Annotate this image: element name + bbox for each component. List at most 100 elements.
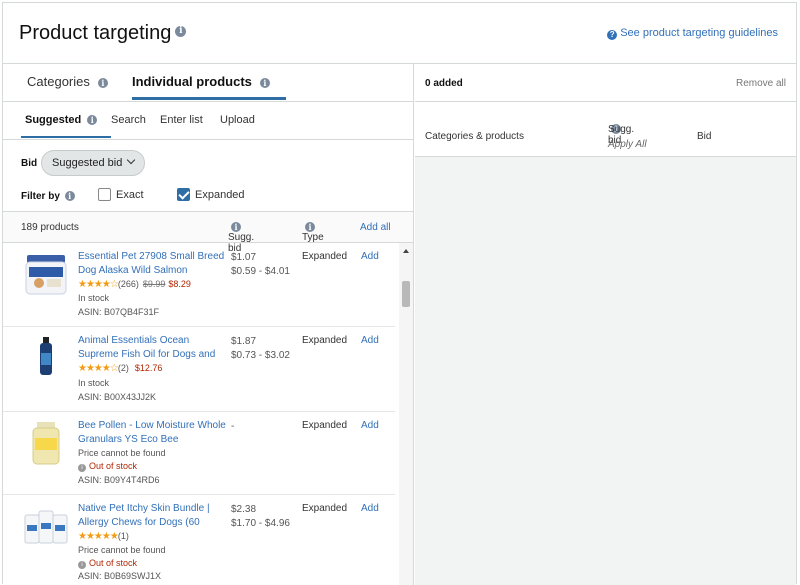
product-image (40, 337, 52, 375)
product-row: Native Pet Itchy Skin Bundle | Allergy C… (3, 495, 395, 585)
tab-search[interactable]: Search (111, 114, 146, 126)
product-image (32, 422, 60, 465)
add-button[interactable]: Add (361, 251, 379, 262)
rating-price: ★★★★☆(2) $12.76 (78, 363, 162, 374)
info-icon[interactable]: i (97, 77, 108, 88)
tab-suggested-label[interactable]: Suggested (25, 114, 81, 126)
sale-price: $12.76 (134, 363, 163, 373)
bid-dropdown-value[interactable]: Suggested bid (52, 157, 122, 169)
product-name-link[interactable]: Animal Essentials Ocean Supreme Fish Oil… (78, 334, 226, 362)
add-button[interactable]: Add (361, 503, 379, 514)
match-type: Expanded (302, 251, 348, 262)
suggested-bid: $2.38 $1.70 - $4.96 (231, 503, 290, 531)
add-button[interactable]: Add (361, 420, 379, 431)
star-rating: ★★★★★ (78, 531, 119, 542)
product-image (24, 510, 68, 544)
scroll-up-arrow-icon[interactable] (403, 249, 409, 253)
page-title: Product targeting i (19, 22, 187, 45)
exact-checkbox[interactable] (98, 188, 111, 201)
type-header: Type i (302, 222, 324, 243)
star-rating: ★★★★☆ (78, 279, 119, 290)
product-targeting-panel: Product targeting i ? See product targetin… (2, 2, 797, 585)
info-icon: i (78, 464, 86, 472)
stock-status-text: Out of stock (89, 558, 138, 568)
type-header-text: Type (302, 232, 324, 243)
match-type: Expanded (302, 335, 348, 346)
product-source-tabs: Suggested i Search Enter list Upload (3, 102, 413, 140)
tab-upload[interactable]: Upload (220, 114, 255, 126)
bid-row: Bid Suggested bid (3, 140, 413, 180)
added-columns-header: Categories & products Sugg. bid i Apply A… (415, 102, 796, 157)
stock-status-text: Out of stock (89, 461, 138, 471)
right-pane: 0 added Remove all Categories & products… (415, 64, 796, 585)
col-categories-products: Categories & products (425, 131, 524, 142)
product-image (25, 255, 67, 295)
list-price: $9.99 (142, 279, 166, 289)
info-icon[interactable]: i (87, 115, 98, 126)
suggested-bid: $1.07 $0.59 - $4.01 (231, 251, 290, 279)
tab-categories-label[interactable]: Categories (27, 74, 90, 89)
tab-categories[interactable]: Categories i (27, 74, 108, 89)
info-icon[interactable]: i (231, 222, 241, 233)
guidelines-link-text[interactable]: See product targeting guidelines (620, 27, 778, 39)
tab-enter-list-label[interactable]: Enter list (160, 114, 203, 126)
sugg-bid-header: Sugg. bid i (228, 222, 254, 254)
targeting-tabs: Categories i Individual products i (3, 64, 413, 102)
bid-value: $2.38 (231, 504, 257, 515)
asin: ASIN: B00X43JJ2K (78, 392, 157, 402)
info-icon[interactable]: i (175, 26, 187, 38)
chevron-down-icon (127, 155, 136, 165)
stock-status: i Out of stock (78, 558, 137, 569)
product-name-link[interactable]: Native Pet Itchy Skin Bundle | Allergy C… (78, 502, 226, 530)
price-note: Price cannot be found (78, 545, 166, 555)
bid-value: $1.07 (231, 252, 257, 263)
info-icon[interactable]: i (259, 77, 270, 88)
info-icon[interactable]: i (305, 222, 315, 233)
add-button[interactable]: Add (361, 335, 379, 346)
asin: ASIN: B0B69SWJ1X (78, 571, 162, 581)
info-icon[interactable]: i (64, 191, 75, 202)
page-title-text: Product targeting (19, 22, 172, 44)
bid-dropdown[interactable]: Suggested bid (41, 150, 146, 176)
product-row: Animal Essentials Ocean Supreme Fish Oil… (3, 327, 395, 412)
product-name-link[interactable]: Essential Pet 27908 Small Breed Dog Alas… (78, 250, 226, 278)
scrollbar[interactable] (399, 243, 413, 585)
col-sugg-bid: Sugg. bid i (608, 124, 634, 146)
product-count: 189 products (21, 222, 79, 233)
filter-label: Filter by i (21, 191, 75, 202)
product-row: Essential Pet 27908 Small Breed Dog Alas… (3, 243, 395, 327)
rating-price: ★★★★☆(266) $9.99 $8.29 (78, 279, 191, 290)
product-name-link[interactable]: Bee Pollen - Low Moisture Whole Granular… (78, 419, 226, 447)
exact-label[interactable]: Exact (116, 189, 144, 201)
tab-suggested[interactable]: Suggested i (20, 114, 112, 138)
add-all-button[interactable]: Add all (360, 222, 391, 233)
apply-all-link[interactable]: Apply All (608, 139, 647, 150)
remove-all-button[interactable]: Remove all (736, 78, 786, 89)
tab-enter-list[interactable]: Enter list (160, 114, 203, 126)
expanded-checkbox[interactable] (177, 188, 190, 201)
tab-individual-label[interactable]: Individual products (132, 74, 252, 89)
review-count: (266) (117, 279, 139, 289)
guidelines-link[interactable]: ? See product targeting guidelines (607, 27, 778, 40)
tab-search-label[interactable]: Search (111, 114, 146, 126)
tab-upload-label[interactable]: Upload (220, 114, 255, 126)
match-type: Expanded (302, 420, 348, 431)
left-pane: Categories i Individual products i Suggest… (3, 64, 414, 585)
bid-value: - (231, 421, 235, 432)
bid-value: $1.87 (231, 336, 257, 347)
sale-price: $8.29 (168, 279, 191, 289)
asin: ASIN: B09Y4T4RD6 (78, 475, 160, 485)
expanded-label[interactable]: Expanded (195, 189, 245, 201)
added-count: 0 added (425, 78, 463, 89)
filter-label-text: Filter by (21, 191, 60, 202)
suggested-bid: $1.87 $0.73 - $3.02 (231, 335, 290, 363)
filter-row: Filter by i Exact Expanded (3, 180, 413, 212)
review-count: (1) (117, 531, 129, 541)
added-header: 0 added Remove all (415, 64, 796, 102)
scrollbar-thumb[interactable] (402, 281, 410, 307)
stock-status: i Out of stock (78, 461, 137, 472)
bid-range: $1.70 - $4.96 (231, 518, 290, 529)
list-header: 189 products Sugg. bid i Type i Add all (3, 212, 413, 254)
match-type: Expanded (302, 503, 348, 514)
tab-individual-products[interactable]: Individual products i (132, 74, 286, 100)
